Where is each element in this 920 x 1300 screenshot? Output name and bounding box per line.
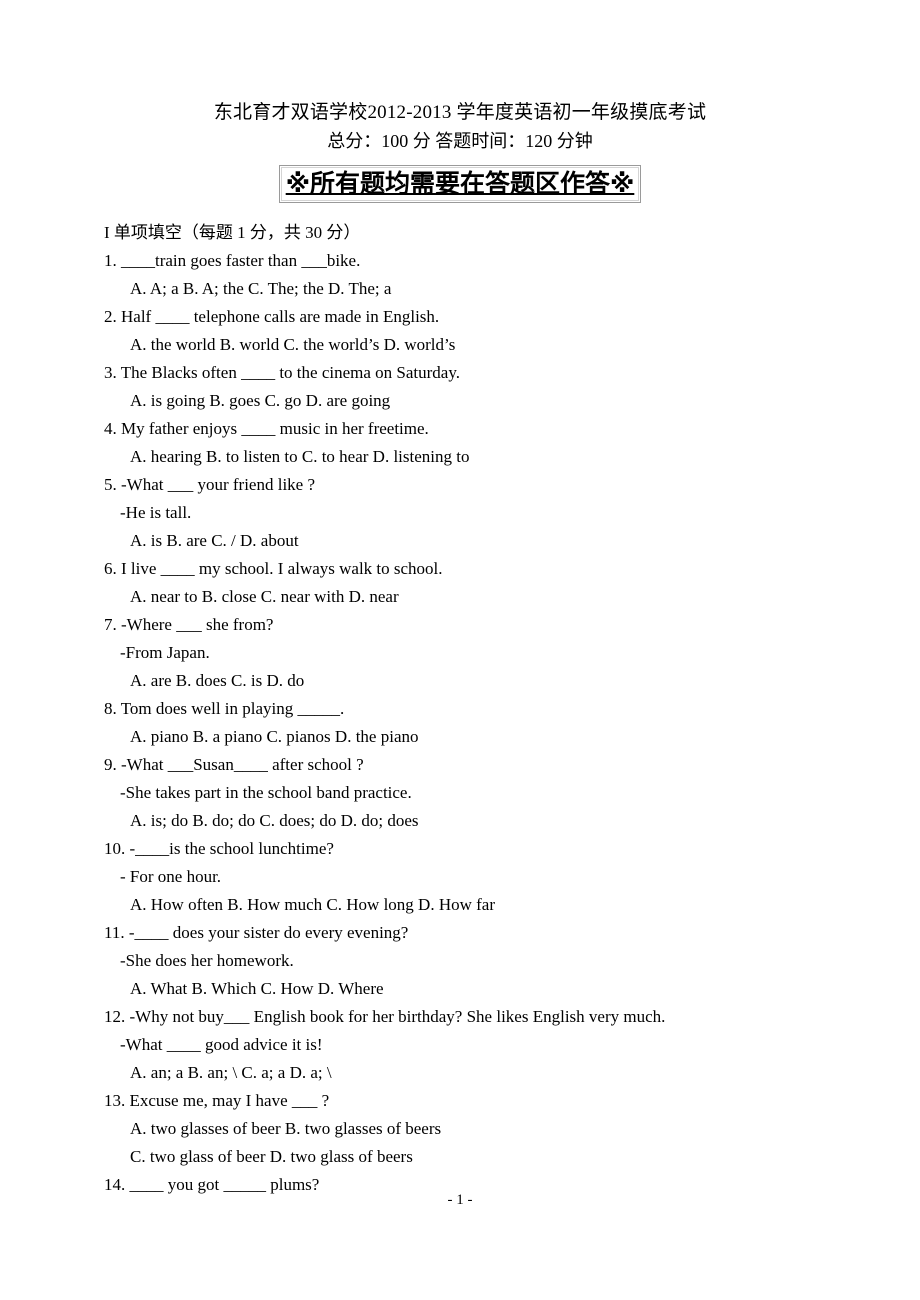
question-stem: 3. The Blacks often ____ to the cinema o… <box>104 363 460 382</box>
question-options: A. is B. are C. / D. about <box>130 531 299 550</box>
question-reply: -She takes part in the school band pract… <box>120 783 412 802</box>
question-options: A. piano B. a piano C. pianos D. the pia… <box>130 727 419 746</box>
question-stem: 12. -Why not buy___ English book for her… <box>104 1007 666 1026</box>
question-options: A. What B. Which C. How D. Where <box>130 979 384 998</box>
page-title: 东北育才双语学校2012-2013 学年度英语初一年级摸底考试 <box>213 102 707 123</box>
question-stem: 11. -____ does your sister do every even… <box>104 923 409 942</box>
question-options: A. A; a B. A; the C. The; the D. The; a <box>130 279 392 298</box>
question-reply: -She does her homework. <box>120 951 294 970</box>
question-stem: 1. ____train goes faster than ___bike. <box>104 251 361 270</box>
question-reply: -What ____ good advice it is! <box>120 1035 323 1054</box>
question-stem: 10. -____is the school lunchtime? <box>104 839 334 858</box>
notice-box-inner: ※所有题均需要在答题区作答※ <box>280 167 640 201</box>
page-number-footer: - 1 - <box>447 1192 473 1208</box>
question-reply: - For one hour. <box>120 867 222 886</box>
question-stem: 13. Excuse me, may I have ___ ? <box>104 1091 330 1110</box>
question-options: A. two glasses of beer B. two glasses of… <box>130 1119 442 1138</box>
document-header: 东北育才双语学校2012-2013 学年度英语初一年级摸底考试 总分：100 分… <box>0 0 920 154</box>
question-stem: 5. -What ___ your friend like ? <box>104 475 316 494</box>
exam-paper-page: 东北育才双语学校2012-2013 学年度英语初一年级摸底考试 总分：100 分… <box>0 0 920 1300</box>
question-stem: 8. Tom does well in playing _____. <box>104 699 345 718</box>
exam-score-time-subtitle: 总分：100 分 答题时间：120 分钟 <box>327 131 593 151</box>
notice-wrapper: ※所有题均需要在答题区作答※ <box>0 165 920 203</box>
question-stem: 4. My father enjoys ____ music in her fr… <box>104 419 429 438</box>
question-stem: 2. Half ____ telephone calls are made in… <box>104 307 440 326</box>
question-options: A. an; a B. an; \ C. a; a D. a; \ <box>130 1063 332 1082</box>
question-reply: -From Japan. <box>120 643 210 662</box>
question-options: C. two glass of beer D. two glass of bee… <box>130 1147 413 1166</box>
notice-box: ※所有题均需要在答题区作答※ <box>278 165 642 203</box>
question-list: I 单项填空（每题 1 分，共 30 分） 1. ____train goes … <box>0 219 920 1199</box>
question-stem: 9. -What ___Susan____ after school ? <box>104 755 364 774</box>
question-reply: -He is tall. <box>120 503 192 522</box>
question-options: A. hearing B. to listen to C. to hear D.… <box>130 447 470 466</box>
question-options: A. is going B. goes C. go D. are going <box>130 391 391 410</box>
answer-area-notice: ※所有题均需要在答题区作答※ <box>285 169 635 198</box>
question-stem: 7. -Where ___ she from? <box>104 615 274 634</box>
question-stem: 6. I live ____ my school. I always walk … <box>104 559 443 578</box>
question-options: A. the world B. world C. the world’s D. … <box>130 335 456 354</box>
question-options: A. near to B. close C. near with D. near <box>130 587 399 606</box>
question-options: A. is; do B. do; do C. does; do D. do; d… <box>130 811 419 830</box>
question-options: A. are B. does C. is D. do <box>130 671 305 690</box>
question-options: A. How often B. How much C. How long D. … <box>130 895 495 914</box>
section-heading-multiple-choice: I 单项填空（每题 1 分，共 30 分） <box>104 223 361 242</box>
